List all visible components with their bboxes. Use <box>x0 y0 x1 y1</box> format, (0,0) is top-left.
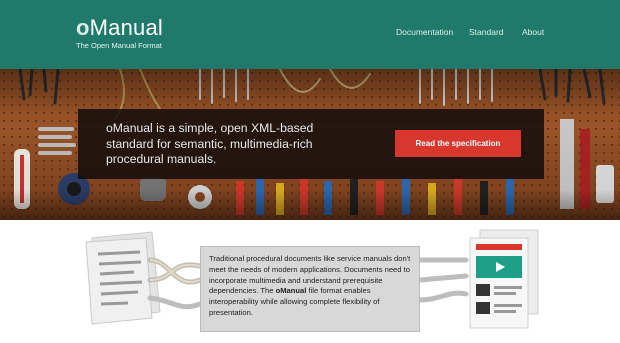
connector-lines-right <box>417 257 469 303</box>
logo-o: o <box>76 15 90 40</box>
multimedia-document-icon <box>469 229 539 329</box>
intro-section: Traditional procedural documents like se… <box>0 220 620 343</box>
nav-standard[interactable]: Standard <box>469 27 504 37</box>
nav-about[interactable]: About <box>522 27 544 37</box>
hero-headline: oManual is a simple, open XML-based stan… <box>106 121 314 166</box>
logo-tagline: The Open Manual Format <box>76 41 162 50</box>
logo[interactable]: oManual The Open Manual Format <box>76 16 163 51</box>
logo-text: Manual <box>89 15 163 40</box>
site-header: oManual The Open Manual Format Documenta… <box>0 0 620 69</box>
hero-banner: oManual is a simple, open XML-based stan… <box>0 69 620 220</box>
hero-panel: oManual is a simple, open XML-based stan… <box>78 109 544 179</box>
description-omanual-bold: oManual <box>275 286 307 296</box>
nav-documentation[interactable]: Documentation <box>396 27 453 37</box>
logo-title: oManual <box>76 16 163 40</box>
read-specification-button[interactable]: Read the specification <box>395 130 521 157</box>
description-box: Traditional procedural documents like se… <box>200 246 420 332</box>
